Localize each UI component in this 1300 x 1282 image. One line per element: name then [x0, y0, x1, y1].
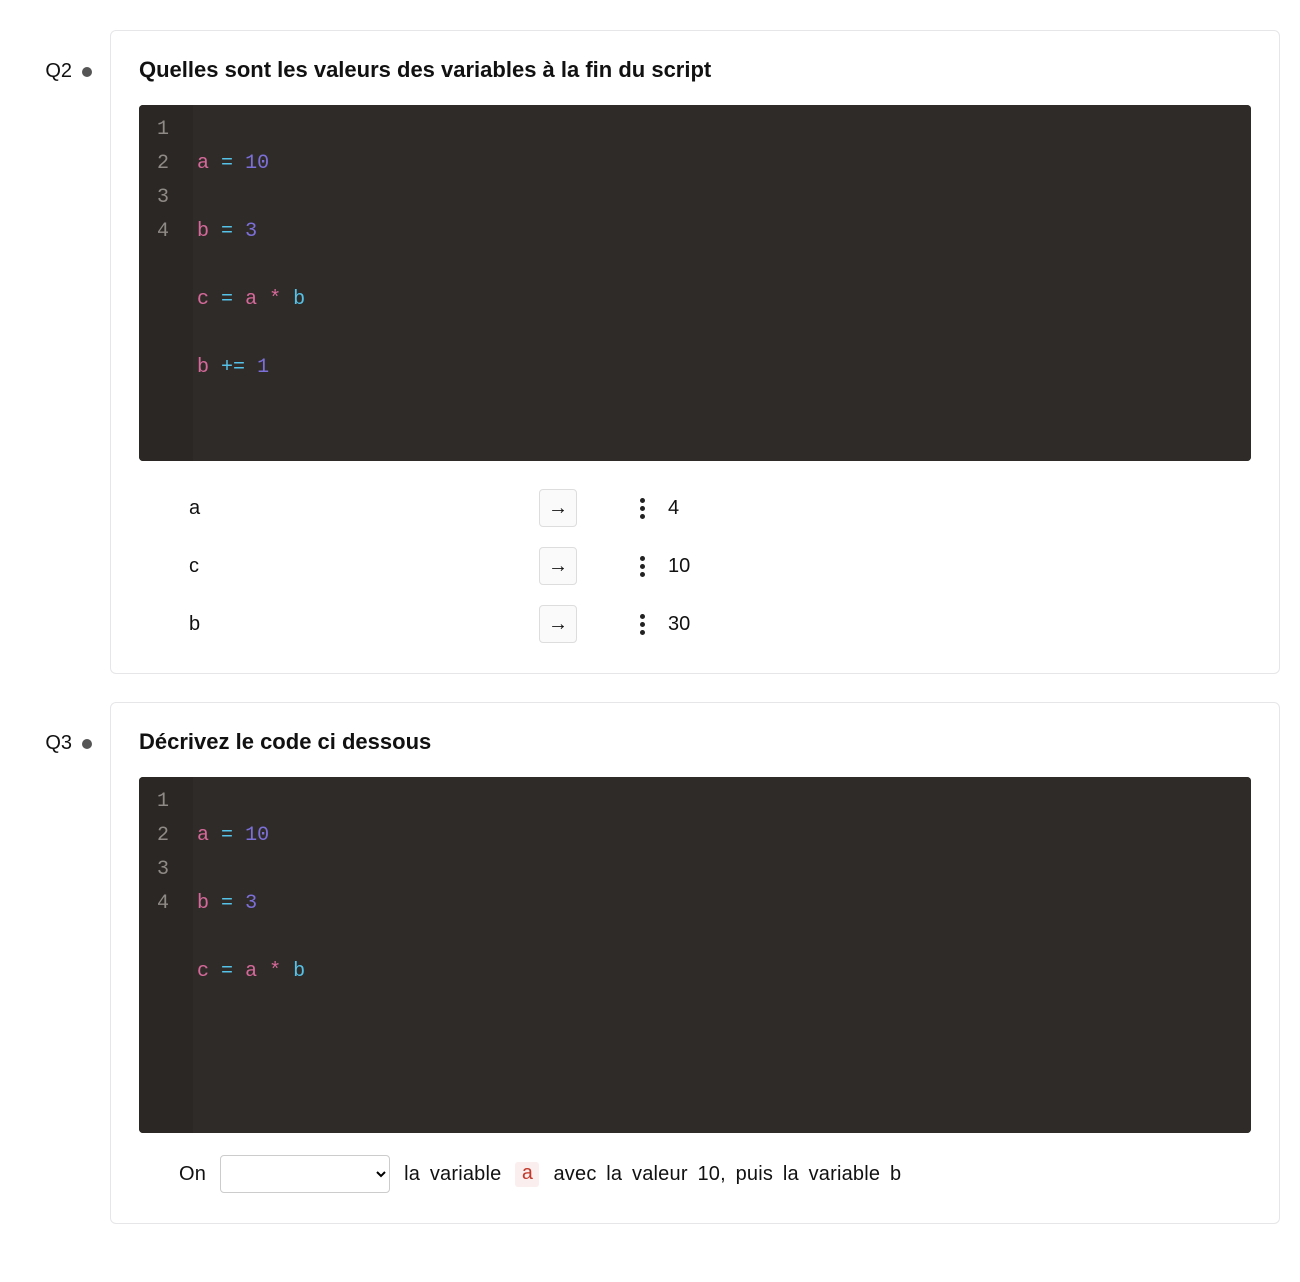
arrow-right-icon[interactable]: → — [539, 605, 577, 643]
fill-blank-select[interactable] — [220, 1155, 390, 1193]
question-label-wrap: Q3 — [20, 702, 110, 755]
code-token: = — [221, 220, 233, 243]
code-token: b — [197, 220, 209, 243]
code-token: += — [221, 356, 245, 379]
match-left-label[interactable]: b — [189, 613, 539, 636]
question-q2: Q2 Quelles sont les valeurs des variable… — [20, 30, 1280, 674]
match-row: c → 10 — [189, 547, 1201, 585]
drag-handle-icon[interactable] — [632, 556, 652, 577]
fill-text: avec la valeur 10, puis la variable b — [553, 1163, 901, 1186]
code-token: 10 — [245, 152, 269, 175]
fill-text: On — [179, 1163, 206, 1186]
code-lines: a = 10 b = 3 c = a * b — [193, 777, 1251, 1133]
code-token: * — [269, 288, 281, 311]
code-block: 1 2 3 4 a = 10 b = 3 c = a * b b += 1 — [139, 105, 1251, 461]
code-token: a — [197, 824, 209, 847]
question-title: Décrivez le code ci dessous — [139, 729, 1251, 755]
code-gutter: 1 2 3 4 — [139, 777, 193, 1133]
line-number: 4 — [157, 887, 169, 921]
code-token: b — [197, 892, 209, 915]
code-token: 10 — [245, 824, 269, 847]
line-number: 2 — [157, 819, 169, 853]
question-card: Décrivez le code ci dessous 1 2 3 4 a = … — [110, 702, 1280, 1224]
code-token: c — [197, 288, 209, 311]
code-token: = — [221, 960, 233, 983]
arrow-right-icon[interactable]: → — [539, 547, 577, 585]
match-left-label[interactable]: c — [189, 555, 539, 578]
code-token: 1 — [257, 356, 269, 379]
match-row: a → 4 — [189, 489, 1201, 527]
question-title: Quelles sont les valeurs des variables à… — [139, 57, 1251, 83]
code-block: 1 2 3 4 a = 10 b = 3 c = a * b — [139, 777, 1251, 1133]
drag-handle-icon[interactable] — [632, 614, 652, 635]
matching-area: a → 4 c → 10 b → 30 — [139, 489, 1251, 643]
fill-blank-area: On la variable a avec la valeur 10, puis… — [139, 1155, 1251, 1193]
question-number: Q3 — [45, 732, 72, 755]
code-token: * — [269, 960, 281, 983]
code-token: c — [197, 960, 209, 983]
inline-code-token: a — [515, 1162, 539, 1187]
code-token: a — [245, 288, 257, 311]
code-token: 3 — [245, 892, 257, 915]
line-number: 1 — [157, 785, 169, 819]
line-number: 3 — [157, 853, 169, 887]
status-dot-icon — [82, 67, 92, 77]
code-token: a — [197, 152, 209, 175]
code-token: = — [221, 892, 233, 915]
match-right-value[interactable]: 30 — [668, 613, 690, 636]
code-token: = — [221, 824, 233, 847]
line-number: 1 — [157, 113, 169, 147]
match-left-label[interactable]: a — [189, 497, 539, 520]
code-lines: a = 10 b = 3 c = a * b b += 1 — [193, 105, 1251, 461]
match-row: b → 30 — [189, 605, 1201, 643]
arrow-right-icon[interactable]: → — [539, 489, 577, 527]
status-dot-icon — [82, 739, 92, 749]
line-number: 2 — [157, 147, 169, 181]
question-q3: Q3 Décrivez le code ci dessous 1 2 3 4 a… — [20, 702, 1280, 1224]
match-right-value[interactable]: 4 — [668, 497, 679, 520]
code-gutter: 1 2 3 4 — [139, 105, 193, 461]
code-token: b — [293, 288, 305, 311]
code-token: b — [293, 960, 305, 983]
question-card: Quelles sont les valeurs des variables à… — [110, 30, 1280, 674]
code-token: = — [221, 288, 233, 311]
code-token: b — [197, 356, 209, 379]
question-number: Q2 — [45, 60, 72, 83]
code-token: a — [245, 960, 257, 983]
drag-handle-icon[interactable] — [632, 498, 652, 519]
match-right-value[interactable]: 10 — [668, 555, 690, 578]
question-label-wrap: Q2 — [20, 30, 110, 83]
code-token: = — [221, 152, 233, 175]
line-number: 4 — [157, 215, 169, 249]
fill-text: la variable — [404, 1163, 501, 1186]
code-token: 3 — [245, 220, 257, 243]
line-number: 3 — [157, 181, 169, 215]
